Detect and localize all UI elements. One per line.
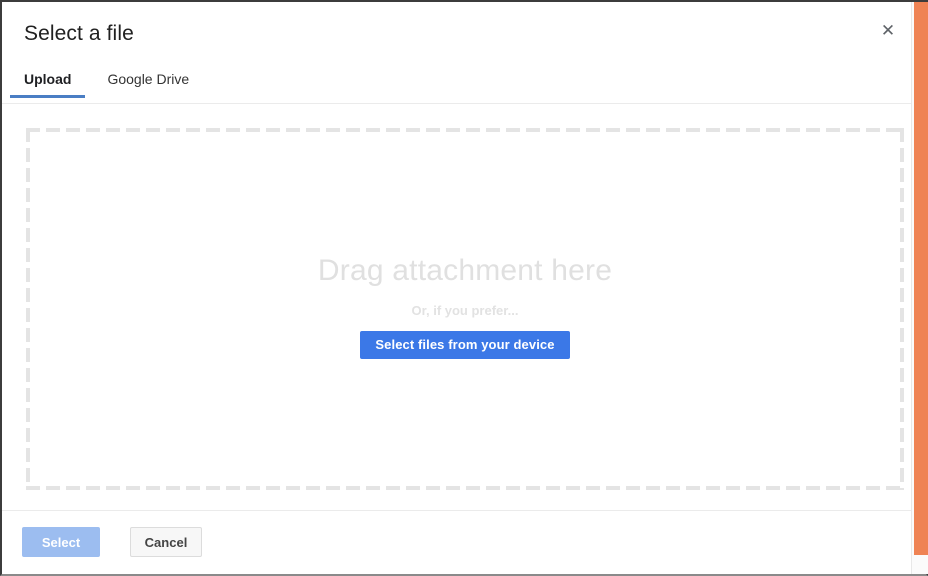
vertical-scrollbar-thumb[interactable] bbox=[914, 2, 928, 555]
tab-upload[interactable]: Upload bbox=[10, 64, 86, 104]
cancel-button[interactable]: Cancel bbox=[130, 527, 202, 557]
select-files-from-device-button[interactable]: Select files from your device bbox=[360, 331, 570, 359]
close-icon[interactable]: ✕ bbox=[875, 18, 901, 44]
select-button[interactable]: Select bbox=[22, 527, 100, 557]
file-dropzone[interactable]: Drag attachment here Or, if you prefer..… bbox=[26, 128, 904, 490]
file-picker-window: Select a file ✕ Upload Google Drive Drag… bbox=[0, 0, 928, 576]
vertical-scrollbar-track[interactable] bbox=[911, 2, 928, 574]
select-a-file-dialog: Select a file ✕ Upload Google Drive Drag… bbox=[2, 2, 911, 574]
page-title: Select a file bbox=[24, 22, 134, 45]
dialog-header: Select a file ✕ Upload Google Drive bbox=[2, 2, 911, 104]
tab-google-drive[interactable]: Google Drive bbox=[93, 64, 203, 104]
tab-bar: Upload Google Drive bbox=[2, 64, 203, 104]
tab-upload-label: Upload bbox=[24, 71, 72, 87]
dialog-footer: Select Cancel bbox=[2, 510, 911, 574]
dropzone-headline: Drag attachment here bbox=[317, 254, 613, 287]
tab-google-drive-label: Google Drive bbox=[107, 71, 190, 87]
footer-button-group: Select Cancel bbox=[22, 527, 202, 557]
dropzone-subtext: Or, if you prefer... bbox=[411, 303, 519, 318]
dropzone-content: Drag attachment here Or, if you prefer..… bbox=[26, 252, 904, 359]
